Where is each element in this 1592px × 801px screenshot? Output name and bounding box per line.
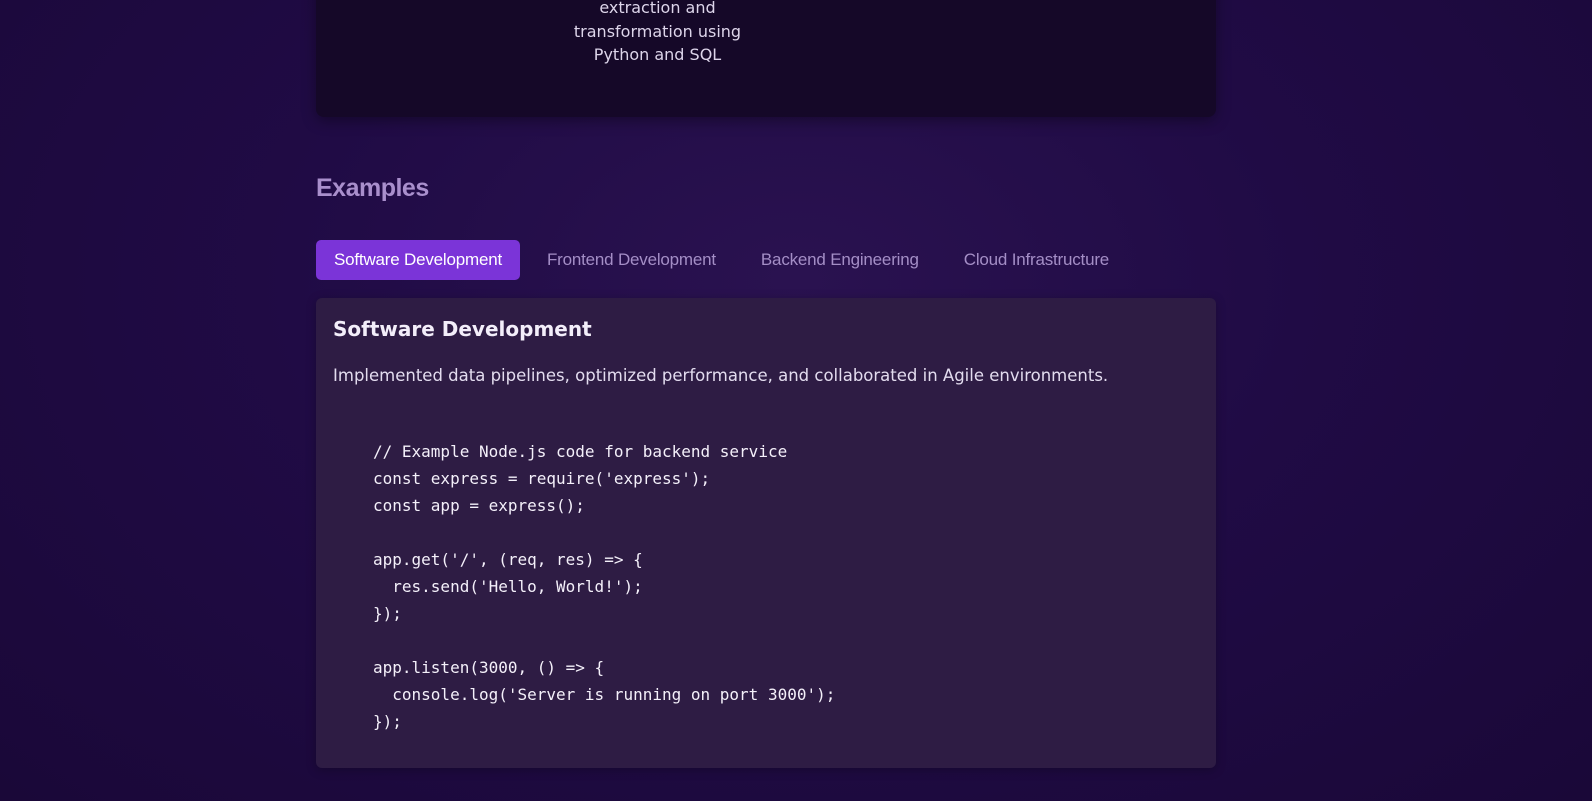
skill-card	[316, 0, 1216, 117]
skill-card-line: transformation using	[573, 21, 742, 41]
panel-title: Software Development	[333, 317, 592, 341]
tab-backend-engineering[interactable]: Backend Engineering	[743, 240, 937, 280]
examples-tabs: Software Development Frontend Developmen…	[316, 240, 1127, 280]
skill-card-description: extraction and transformation using Pyth…	[560, 0, 755, 67]
skill-card-line: extraction and	[599, 0, 716, 17]
tab-cloud-infrastructure[interactable]: Cloud Infrastructure	[946, 240, 1127, 280]
code-block: // Example Node.js code for backend serv…	[373, 442, 836, 731]
example-panel: Software Development Implemented data pi…	[316, 298, 1216, 768]
panel-description: Implemented data pipelines, optimized pe…	[333, 366, 1109, 385]
tab-frontend-development[interactable]: Frontend Development	[529, 240, 734, 280]
examples-heading: Examples	[316, 174, 429, 202]
tab-software-development[interactable]: Software Development	[316, 240, 520, 280]
skill-card-line: Python and SQL	[593, 45, 722, 64]
